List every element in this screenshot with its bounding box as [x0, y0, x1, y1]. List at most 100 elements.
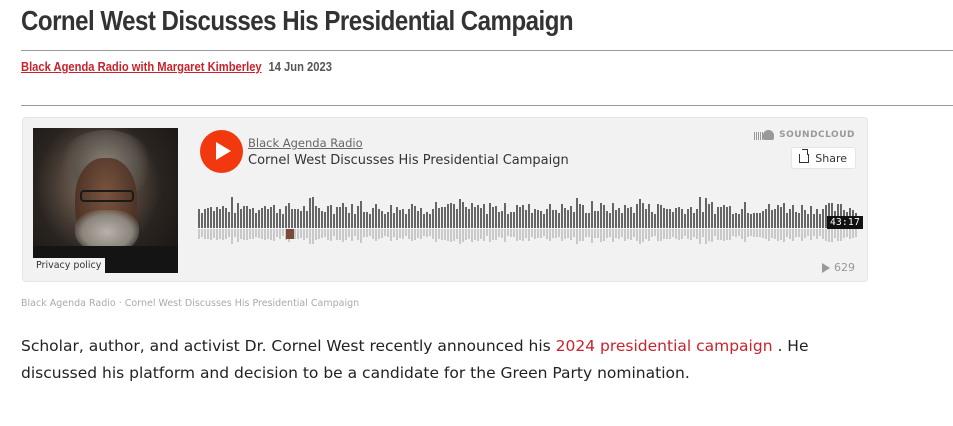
waveform-bar	[414, 206, 416, 228]
waveform-bar-reflection	[729, 229, 731, 240]
track-artwork[interactable]: Privacy policy	[33, 128, 178, 273]
waveform-bar	[612, 203, 614, 228]
waveform-bar	[693, 213, 695, 228]
waveform-bar	[684, 214, 686, 228]
waveform-bar-reflection	[267, 229, 269, 239]
waveform-bar-reflection	[441, 229, 443, 240]
waveform-bar	[282, 214, 284, 228]
waveform-bar-reflection	[624, 229, 626, 241]
privacy-policy-link[interactable]: Privacy policy	[33, 258, 106, 273]
waveform-bar-reflection	[843, 229, 845, 238]
waveform-bar-reflection	[363, 229, 365, 237]
waveform-bar-reflection	[300, 229, 302, 238]
waveform-bar-reflection	[231, 229, 233, 244]
waveform-bar	[483, 204, 485, 228]
waveform-bar	[594, 211, 596, 228]
waveform-bar	[573, 212, 575, 228]
waveform-bar-reflection	[585, 229, 587, 237]
waveform-bar-reflection	[273, 229, 275, 241]
waveform-bar-reflection	[525, 229, 527, 238]
author-link[interactable]: Black Agenda Radio with Margaret Kimberl…	[21, 59, 262, 74]
waveform-bar-reflection	[678, 229, 680, 240]
waveform-bar-reflection	[210, 229, 212, 240]
waveform-bar-reflection	[276, 229, 278, 237]
play-count-value: 629	[834, 261, 855, 274]
waveform-bar-reflection	[720, 229, 722, 240]
waveform-bar	[519, 207, 521, 228]
waveform-bar	[780, 207, 782, 228]
waveform-bar-reflection	[510, 229, 512, 237]
waveform-bar-reflection	[810, 229, 812, 240]
waveform-bar-reflection	[588, 229, 590, 237]
waveform-bar-reflection	[444, 229, 446, 240]
waveform-bar-reflection	[507, 229, 509, 236]
waveform-bar-reflection	[327, 229, 329, 240]
caption-separator: ·	[118, 298, 122, 309]
waveform-bar-reflection	[468, 229, 470, 239]
waveform-bar	[342, 203, 344, 228]
waveform-bar	[609, 213, 611, 228]
waveform-bar-reflection	[603, 229, 605, 241]
waveform-bar-reflection	[798, 229, 800, 237]
waveform-seekbar[interactable]	[198, 190, 860, 244]
waveform-bar	[789, 209, 791, 228]
comment-avatar[interactable]	[286, 229, 294, 239]
waveform-bar-reflection	[324, 229, 326, 237]
waveform-bar-reflection	[459, 229, 461, 244]
campaign-link[interactable]: 2024 presidential campaign	[556, 337, 773, 355]
waveform-bar-reflection	[645, 229, 647, 239]
track-user-link[interactable]: Black Agenda Radio	[248, 136, 363, 150]
waveform-bar	[465, 207, 467, 228]
waveform-bar-reflection	[771, 229, 773, 238]
waveform-bar	[630, 207, 632, 228]
waveform-bar	[615, 210, 617, 228]
caption-user-link[interactable]: Black Agenda Radio	[21, 298, 116, 309]
waveform-bar-reflection	[663, 229, 665, 239]
track-title[interactable]: Cornel West Discusses His Presidential C…	[248, 153, 569, 168]
waveform-bar	[438, 208, 440, 228]
waveform-bar-reflection	[780, 229, 782, 240]
soundcloud-logo[interactable]: SOUNDCLOUD	[754, 130, 855, 140]
waveform-bar-reflection	[519, 229, 521, 240]
waveform-bar	[393, 213, 395, 228]
waveform-bar	[570, 206, 572, 228]
waveform-bar	[456, 209, 458, 228]
waveform-bar-reflection	[759, 229, 761, 237]
waveform-bar	[735, 213, 737, 228]
waveform-bar	[447, 204, 449, 228]
waveform-bar	[540, 211, 542, 228]
waveform-bar	[276, 213, 278, 228]
waveform-bar	[552, 210, 554, 228]
waveform-bar	[801, 205, 803, 228]
waveform-bar	[768, 204, 770, 228]
waveform-bar-reflection	[852, 229, 854, 238]
waveform-bar	[531, 213, 533, 228]
waveform-bar	[822, 209, 824, 228]
waveform-bar-reflection	[642, 229, 644, 242]
waveform-bar	[795, 212, 797, 228]
waveform-bar-reflection	[483, 229, 485, 241]
waveform-bar	[744, 202, 746, 228]
waveform-bar	[792, 205, 794, 228]
body-text-start: Scholar, author, and activist Dr. Cornel…	[21, 337, 556, 355]
waveform-bar	[771, 210, 773, 228]
waveform-bar	[201, 213, 203, 228]
waveform-bar	[288, 203, 290, 228]
waveform-bar	[510, 212, 512, 228]
waveform-bar-reflection	[369, 229, 371, 236]
waveform-bar-reflection	[708, 229, 710, 241]
waveform-bar	[360, 201, 362, 228]
waveform-bar-reflection	[513, 229, 515, 237]
waveform-bar-reflection	[660, 229, 662, 241]
caption-track-link[interactable]: Cornel West Discusses His Presidential C…	[125, 298, 359, 309]
waveform-bar-reflection	[531, 229, 533, 237]
waveform-bar	[726, 207, 728, 228]
waveform-bar-reflection	[633, 229, 635, 237]
waveform-bar	[720, 207, 722, 228]
share-button[interactable]: Share	[791, 147, 856, 169]
waveform-bar-reflection	[702, 229, 704, 237]
play-button[interactable]	[200, 130, 243, 173]
waveform-bar	[435, 202, 437, 228]
waveform-bar-reflection	[696, 229, 698, 239]
waveform-bar	[426, 212, 428, 228]
